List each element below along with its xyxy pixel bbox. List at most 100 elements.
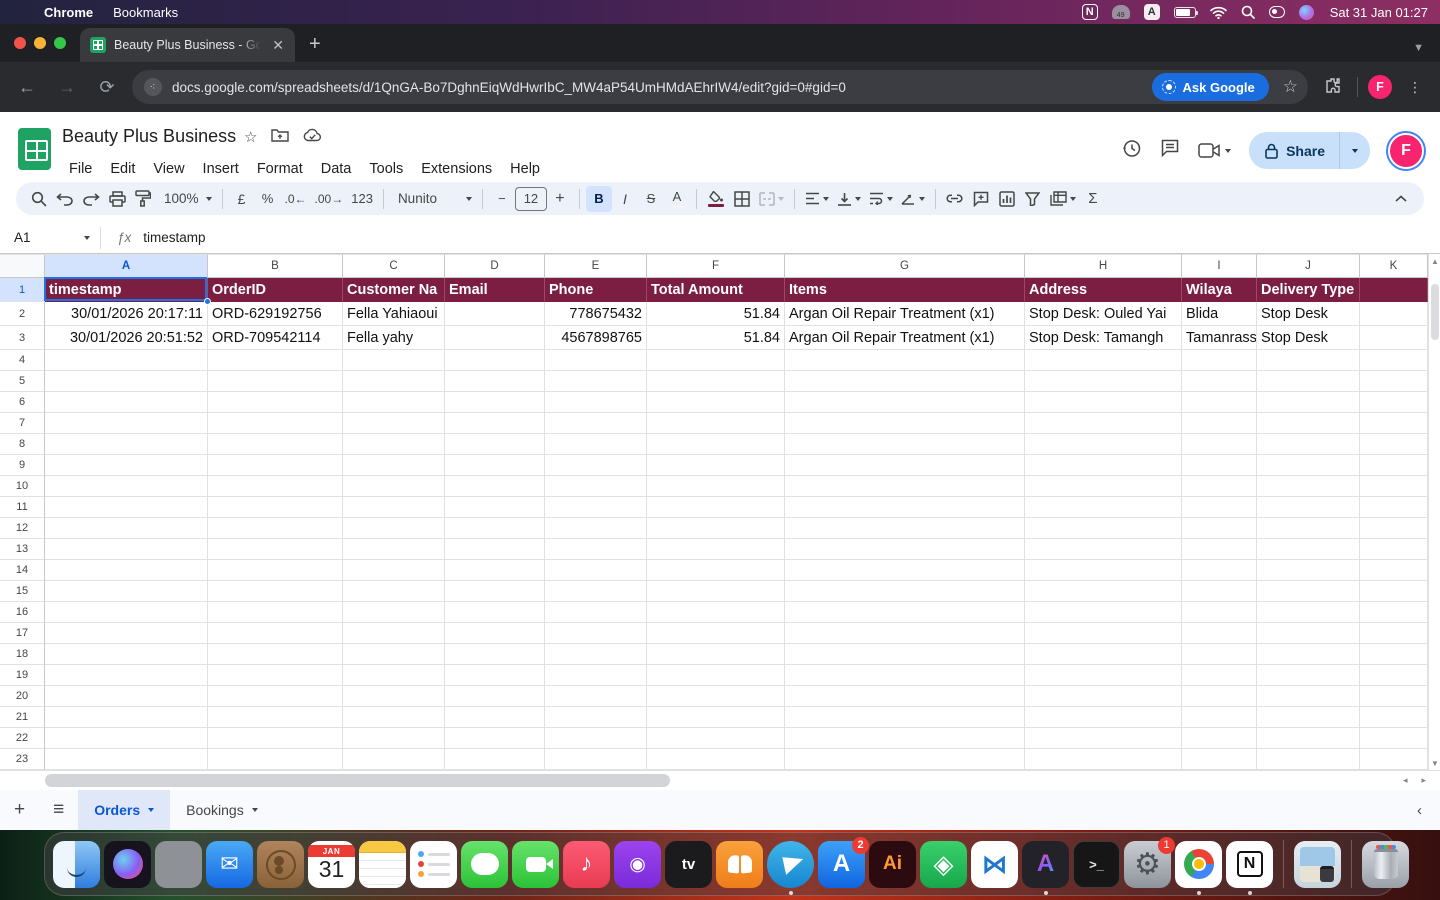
show-side-panel-icon[interactable]: ‹ <box>1417 802 1440 819</box>
cell-J19[interactable] <box>1257 665 1360 686</box>
cell-G7[interactable] <box>785 413 1025 434</box>
sheet-tab-menu-icon[interactable] <box>148 808 154 812</box>
cell-H1[interactable]: Address <box>1025 278 1182 302</box>
cell-E12[interactable] <box>545 518 647 539</box>
cell-A4[interactable] <box>45 350 208 371</box>
cell-I18[interactable] <box>1182 644 1257 665</box>
fill-handle[interactable] <box>204 298 211 305</box>
column-header-H[interactable]: H <box>1025 254 1182 278</box>
cell-D8[interactable] <box>445 434 545 455</box>
battery-icon[interactable] <box>1170 3 1200 21</box>
cell-I23[interactable] <box>1182 749 1257 770</box>
cell-I7[interactable] <box>1182 413 1257 434</box>
extensions-icon[interactable] <box>1318 77 1347 97</box>
cell-A15[interactable] <box>45 581 208 602</box>
cell-A19[interactable] <box>45 665 208 686</box>
cell-H5[interactable] <box>1025 371 1182 392</box>
cell-I8[interactable] <box>1182 434 1257 455</box>
scroll-left-icon[interactable]: ◂ <box>1403 775 1408 786</box>
cell-B4[interactable] <box>208 350 343 371</box>
cell-H14[interactable] <box>1025 560 1182 581</box>
cell-G2[interactable]: Argan Oil Repair Treatment (x1) <box>785 302 1025 326</box>
cell-A10[interactable] <box>45 476 208 497</box>
cell-K2[interactable] <box>1360 302 1428 326</box>
insert-chart-button[interactable] <box>994 186 1020 212</box>
cell-I16[interactable] <box>1182 602 1257 623</box>
terminal-icon[interactable]: >_ <box>1073 841 1120 888</box>
sheets-profile-avatar[interactable]: F <box>1388 133 1424 169</box>
cell-H7[interactable] <box>1025 413 1182 434</box>
cell-K15[interactable] <box>1360 581 1428 602</box>
cell-J4[interactable] <box>1257 350 1360 371</box>
settings-icon[interactable]: ⚙1 <box>1124 841 1171 888</box>
column-header-G[interactable]: G <box>785 254 1025 278</box>
row-header-13[interactable]: 13 <box>0 539 45 560</box>
cell-A6[interactable] <box>45 392 208 413</box>
cell-C12[interactable] <box>343 518 445 539</box>
launchpad-icon[interactable] <box>155 841 202 888</box>
cell-C16[interactable] <box>343 602 445 623</box>
cell-F17[interactable] <box>647 623 785 644</box>
cell-A3[interactable]: 30/01/2026 20:51:52 <box>45 326 208 350</box>
row-header-5[interactable]: 5 <box>0 371 45 392</box>
cell-E14[interactable] <box>545 560 647 581</box>
undo-icon[interactable] <box>52 186 78 212</box>
redo-icon[interactable] <box>78 186 104 212</box>
sheets-menu-help[interactable]: Help <box>501 158 549 180</box>
sheet-tab-menu-icon[interactable] <box>252 808 258 812</box>
bold-button[interactable]: B <box>586 186 612 212</box>
cell-K4[interactable] <box>1360 350 1428 371</box>
calendar-icon[interactable]: JAN31 <box>308 841 355 888</box>
cell-I13[interactable] <box>1182 539 1257 560</box>
cell-K5[interactable] <box>1360 371 1428 392</box>
sheets-logo-icon[interactable] <box>18 128 51 170</box>
cell-E22[interactable] <box>545 728 647 749</box>
increase-font-size-button[interactable]: + <box>547 186 573 212</box>
cell-A13[interactable] <box>45 539 208 560</box>
cell-I10[interactable] <box>1182 476 1257 497</box>
cell-D4[interactable] <box>445 350 545 371</box>
row-header-15[interactable]: 15 <box>0 581 45 602</box>
row-header-16[interactable]: 16 <box>0 602 45 623</box>
cell-J6[interactable] <box>1257 392 1360 413</box>
cell-D21[interactable] <box>445 707 545 728</box>
cell-K8[interactable] <box>1360 434 1428 455</box>
cell-E6[interactable] <box>545 392 647 413</box>
cell-E8[interactable] <box>545 434 647 455</box>
cell-D5[interactable] <box>445 371 545 392</box>
horizontal-align-button[interactable] <box>801 186 833 212</box>
add-sheet-button[interactable]: + <box>0 799 39 821</box>
cell-C17[interactable] <box>343 623 445 644</box>
cell-C9[interactable] <box>343 455 445 476</box>
cell-D10[interactable] <box>445 476 545 497</box>
cell-J9[interactable] <box>1257 455 1360 476</box>
scroll-up-icon[interactable]: ▲ <box>1429 254 1440 268</box>
cell-I14[interactable] <box>1182 560 1257 581</box>
sheet-tab-orders[interactable]: Orders <box>78 790 170 830</box>
cell-K20[interactable] <box>1360 686 1428 707</box>
messages-icon[interactable] <box>461 841 508 888</box>
paint-format-icon[interactable] <box>130 186 156 212</box>
cell-F22[interactable] <box>647 728 785 749</box>
cell-J11[interactable] <box>1257 497 1360 518</box>
cell-F18[interactable] <box>647 644 785 665</box>
cell-B10[interactable] <box>208 476 343 497</box>
cell-C20[interactable] <box>343 686 445 707</box>
cell-J5[interactable] <box>1257 371 1360 392</box>
sheets-menu-tools[interactable]: Tools <box>360 158 412 180</box>
cell-B15[interactable] <box>208 581 343 602</box>
cell-E1[interactable]: Phone <box>545 278 647 302</box>
illustrator-icon[interactable]: Ai <box>869 841 916 888</box>
decrease-font-size-button[interactable]: − <box>489 186 515 212</box>
text-rotation-button[interactable] <box>897 186 929 212</box>
vertical-scrollbar[interactable]: ▲ ▼ <box>1428 254 1440 770</box>
notion-icon[interactable]: N <box>1226 841 1273 888</box>
cell-F7[interactable] <box>647 413 785 434</box>
meet-video-icon[interactable] <box>1198 143 1231 158</box>
cell-F3[interactable]: 51.84 <box>647 326 785 350</box>
cell-G18[interactable] <box>785 644 1025 665</box>
forward-button[interactable]: → <box>52 72 82 102</box>
star-document-icon[interactable]: ☆ <box>244 128 257 146</box>
cell-J20[interactable] <box>1257 686 1360 707</box>
cell-E11[interactable] <box>545 497 647 518</box>
